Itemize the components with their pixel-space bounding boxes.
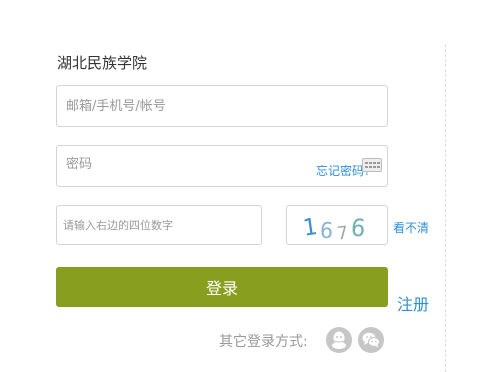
captcha-field[interactable] bbox=[56, 205, 262, 245]
other-login-label: 其它登录方式: bbox=[219, 334, 308, 350]
captcha-digit: 6 bbox=[319, 219, 334, 244]
captcha-input[interactable] bbox=[57, 206, 261, 244]
captcha-digit: 6 bbox=[350, 213, 367, 242]
dashed-divider bbox=[445, 44, 446, 372]
keyboard-icon[interactable] bbox=[362, 158, 382, 172]
account-field[interactable] bbox=[56, 85, 388, 127]
register-link[interactable]: 注册 bbox=[397, 291, 429, 315]
wechat-icon bbox=[362, 332, 380, 348]
org-title: 湖北民族学院 bbox=[57, 54, 148, 72]
wechat-login-button[interactable] bbox=[358, 327, 384, 353]
captcha-digit: 1 bbox=[301, 214, 318, 242]
login-button[interactable]: 登录 bbox=[56, 267, 388, 307]
captcha-image[interactable]: 1 6 7 6 bbox=[286, 205, 388, 245]
account-input[interactable] bbox=[57, 86, 387, 126]
qq-login-button[interactable] bbox=[326, 327, 352, 353]
qq-icon bbox=[332, 331, 346, 349]
captcha-digit: 7 bbox=[336, 223, 349, 244]
refresh-captcha-link[interactable]: 看不清 bbox=[393, 219, 429, 236]
